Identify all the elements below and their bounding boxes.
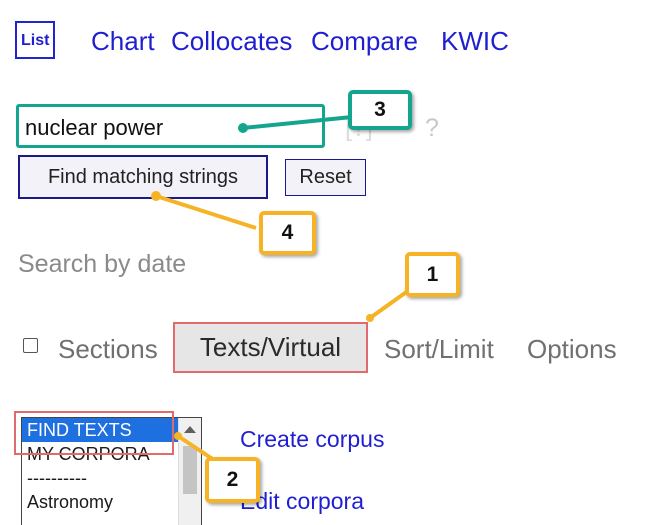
connector-1-dot [366,314,374,322]
connector-2-dot [174,432,182,440]
connector-3-dot [238,123,248,133]
connector-4 [155,194,257,230]
callout-3: 3 [348,90,412,130]
callout-1: 1 [405,252,460,297]
connector-4-dot [151,191,161,201]
callout-connectors [151,115,414,462]
connector-3 [242,115,353,130]
callout-2: 2 [205,457,260,503]
callout-4: 4 [259,211,316,255]
